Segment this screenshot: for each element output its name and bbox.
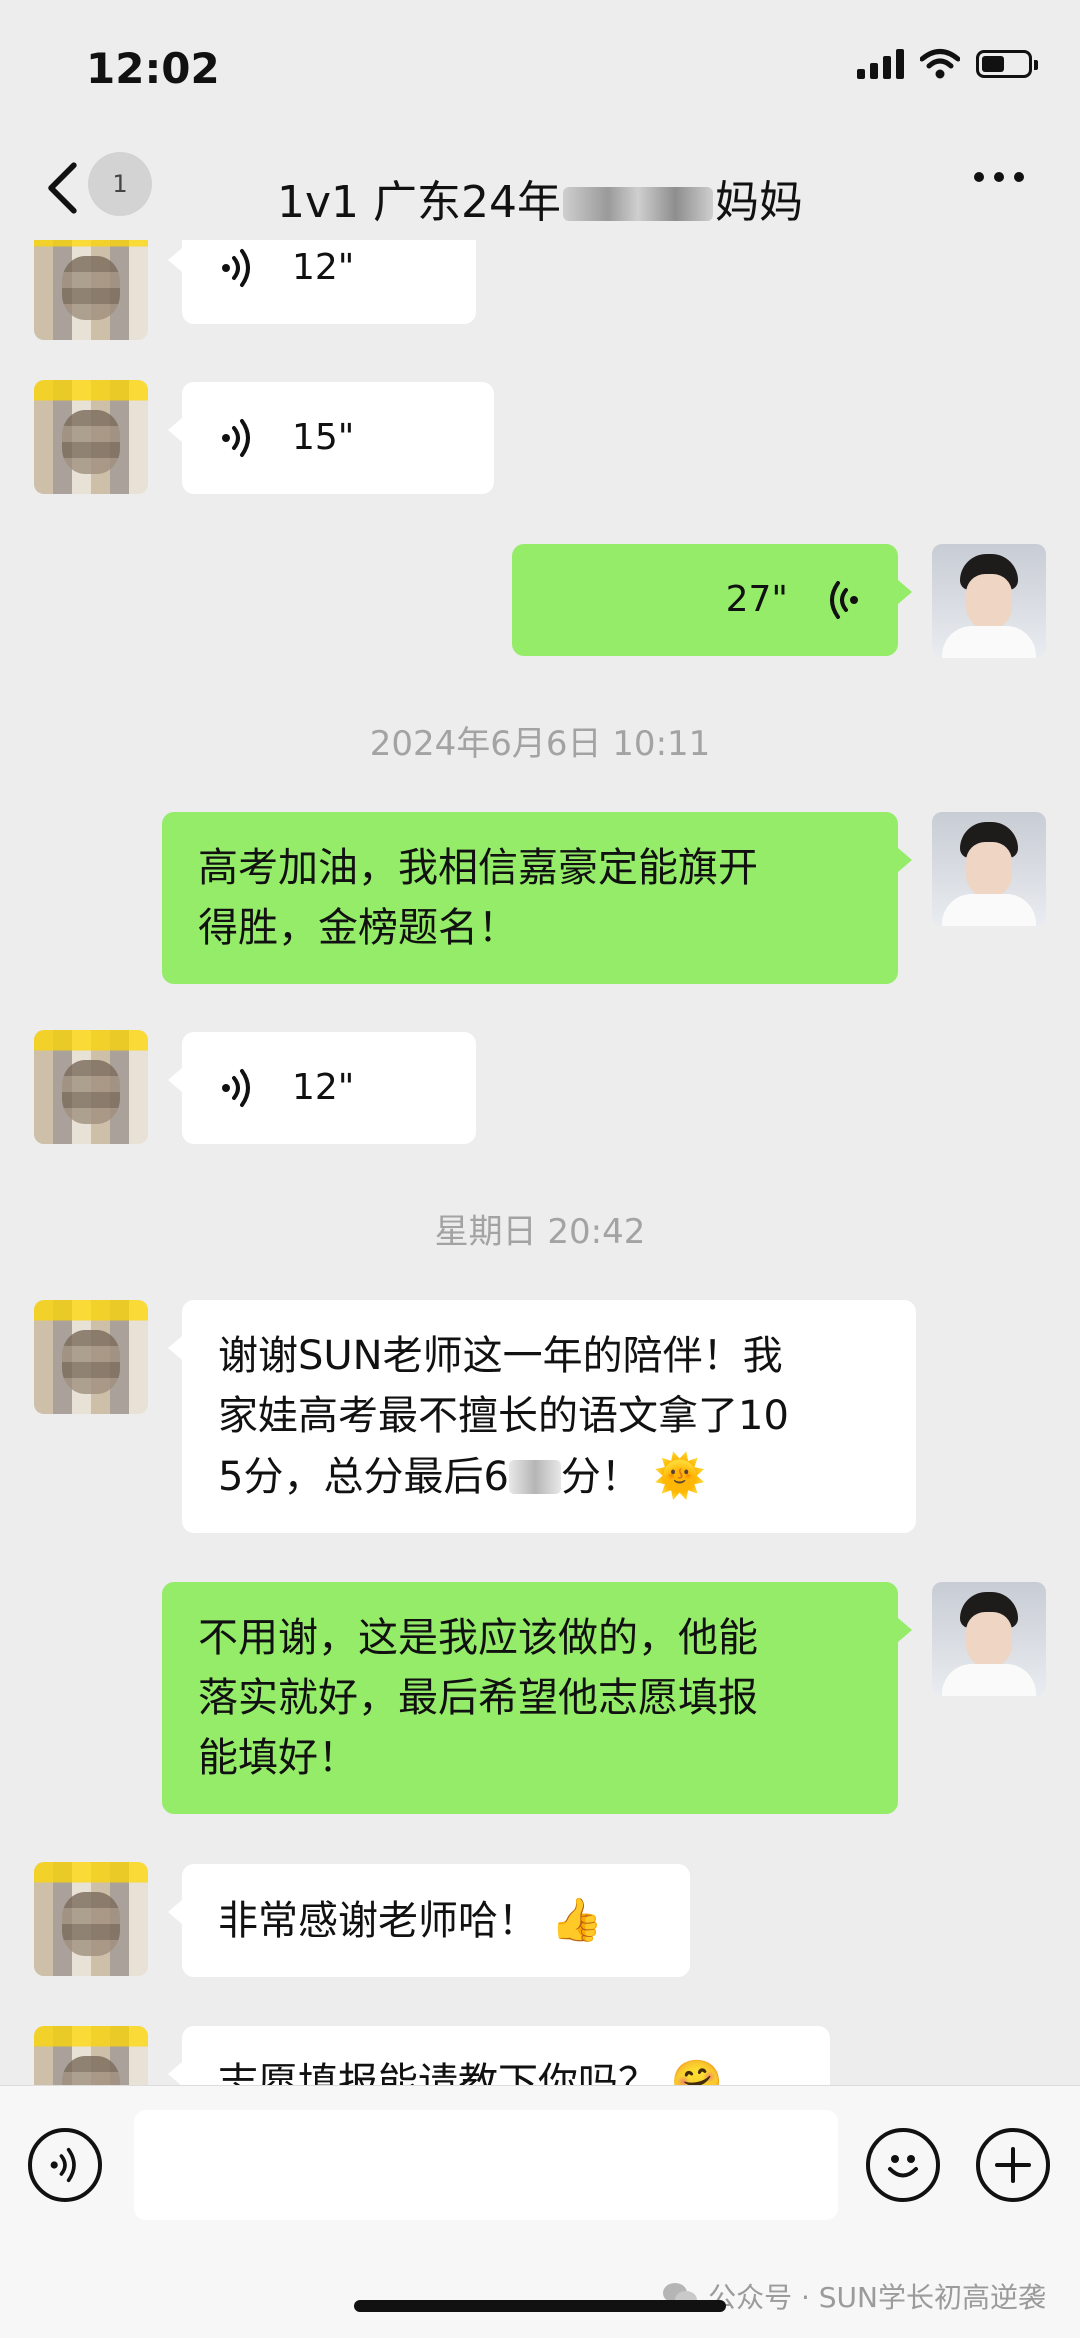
sun-emoji-icon: 🌞 xyxy=(653,1451,706,1500)
plus-icon xyxy=(995,2147,1031,2183)
hugging-emoji-icon: 🤗 xyxy=(670,2057,724,2085)
message-input[interactable] xyxy=(134,2110,838,2220)
status-time: 12:02 xyxy=(86,44,220,93)
chat-title: 1v1 广东24年 妈妈 xyxy=(0,166,1080,230)
my-avatar[interactable] xyxy=(932,1582,1046,1696)
voice-duration: 12" xyxy=(292,247,355,288)
message-text: 志愿填报能请教下你吗？ xyxy=(218,2060,658,2085)
thumbs-up-emoji-icon: 👍 xyxy=(550,1895,604,1944)
text-message[interactable]: 非常感谢老师哈！ 👍 xyxy=(168,1864,690,1977)
voice-wave-icon xyxy=(50,2147,76,2183)
wifi-icon xyxy=(920,49,960,79)
voice-message[interactable]: 15" xyxy=(168,382,494,494)
message-line: 能填好！ xyxy=(198,1735,358,1781)
chat-message-list[interactable]: 12" 15" 27" 2024年6月6日 10:11 高考加油，我相信嘉豪定能… xyxy=(0,240,1080,2085)
text-message[interactable]: 高考加油，我相信嘉豪定能旗开 得胜，金榜题名！ xyxy=(162,812,912,984)
smiley-face-icon xyxy=(888,2155,918,2178)
contact-avatar[interactable] xyxy=(34,1030,148,1144)
redacted-name xyxy=(563,187,713,221)
contact-avatar[interactable] xyxy=(34,380,148,494)
message-line: 家娃高考最不擅长的语文拿了10 xyxy=(218,1393,789,1439)
message-line: 5分，总分最后6 分！ 🌞 xyxy=(218,1451,706,1500)
message-text: 非常感谢老师哈！ xyxy=(218,1898,538,1944)
voice-message[interactable]: 12" xyxy=(168,240,476,324)
status-bar: 12:02 xyxy=(0,0,1080,140)
voice-wave-icon xyxy=(830,581,858,619)
voice-input-button[interactable] xyxy=(28,2128,102,2202)
text-message[interactable]: 谢谢SUN老师这一年的陪伴！我 家娃高考最不擅长的语文拿了10 5分，总分最后6… xyxy=(168,1300,916,1533)
chat-title-prefix: 1v1 广东24年 xyxy=(276,177,561,228)
watermark-text: 公众号 · SUN学长初高逆袭 xyxy=(708,2281,1046,2314)
message-line: 不用谢，这是我应该做的，他能 xyxy=(198,1615,758,1661)
message-timestamp: 2024年6月6日 10:11 xyxy=(369,724,711,764)
text-message[interactable]: 不用谢，这是我应该做的，他能 落实就好，最后希望他志愿填报 能填好！ xyxy=(162,1582,912,1814)
my-avatar[interactable] xyxy=(932,812,1046,926)
home-indicator[interactable] xyxy=(354,2300,726,2312)
message-line: 得胜，金榜题名！ xyxy=(198,905,518,951)
voice-duration: 12" xyxy=(292,1067,355,1108)
text-message[interactable]: 志愿填报能请教下你吗？ 🤗 xyxy=(168,2026,830,2085)
voice-duration: 27" xyxy=(725,579,788,620)
redacted-score xyxy=(508,1460,561,1494)
contact-avatar[interactable] xyxy=(34,240,148,340)
message-line: 高考加油，我相信嘉豪定能旗开 xyxy=(198,845,758,891)
my-avatar[interactable] xyxy=(932,544,1046,658)
message-timestamp: 星期日 20:42 xyxy=(434,1212,646,1252)
chat-title-suffix: 妈妈 xyxy=(715,177,803,228)
cellular-signal-icon xyxy=(857,49,904,79)
message-line: 谢谢SUN老师这一年的陪伴！我 xyxy=(218,1333,783,1379)
more-options-icon[interactable] xyxy=(974,172,1024,182)
voice-wave-icon xyxy=(222,249,250,287)
contact-avatar[interactable] xyxy=(34,2026,148,2085)
battery-icon xyxy=(976,50,1038,78)
more-functions-button[interactable] xyxy=(976,2128,1050,2202)
message-line: 落实就好，最后希望他志愿填报 xyxy=(198,1675,758,1721)
status-icons xyxy=(857,48,1038,80)
voice-message[interactable]: 12" xyxy=(168,1032,476,1144)
voice-message[interactable]: 27" xyxy=(512,544,912,656)
voice-duration: 15" xyxy=(292,417,355,458)
emoji-button[interactable] xyxy=(866,2128,940,2202)
contact-avatar[interactable] xyxy=(34,1862,148,1976)
contact-avatar[interactable] xyxy=(34,1300,148,1414)
voice-wave-icon xyxy=(222,1069,250,1107)
voice-wave-icon xyxy=(222,419,250,457)
